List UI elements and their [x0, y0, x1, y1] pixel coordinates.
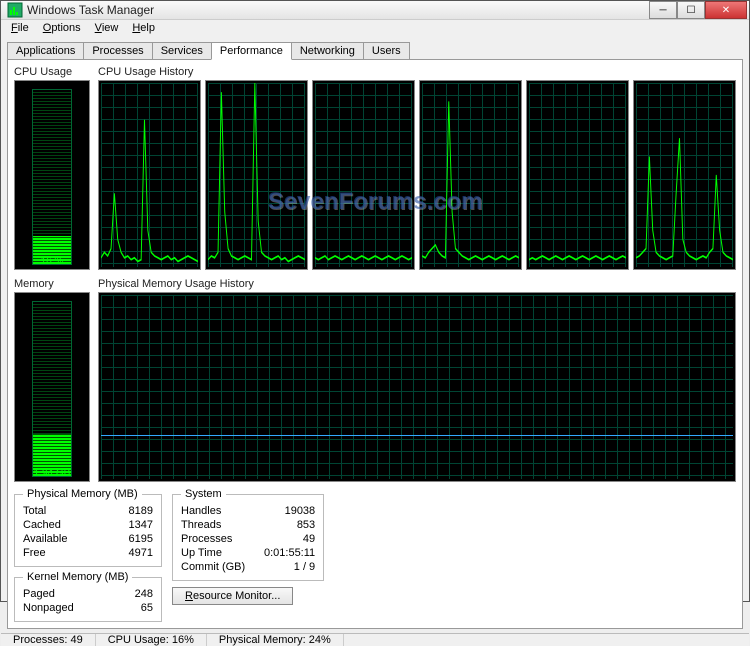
task-manager-window: Windows Task Manager ─ ☐ ✕ File Options …	[0, 0, 750, 602]
cpu-core-chart-5	[633, 80, 736, 270]
titlebar[interactable]: Windows Task Manager ─ ☐ ✕	[1, 1, 749, 20]
cpu-row: CPU Usage 16 % CPU Usage History	[14, 66, 736, 270]
cpu-core-chart-1	[205, 80, 308, 270]
memory-label: Memory	[14, 278, 90, 290]
cpu-core-chart-0	[98, 80, 201, 270]
app-icon	[7, 2, 23, 18]
mem-history-label: Physical Memory Usage History	[98, 278, 736, 290]
memory-gauge: 1.94 GB	[14, 292, 90, 482]
cpu-core-chart-3	[419, 80, 522, 270]
tab-performance[interactable]: Performance	[211, 42, 292, 60]
physical-memory-group: Physical Memory (MB) Total8189 Cached134…	[14, 488, 162, 567]
cpu-core-chart-2	[312, 80, 415, 270]
tab-processes[interactable]: Processes	[83, 42, 152, 59]
cpu-history-charts	[98, 80, 736, 270]
menu-help[interactable]: Help	[126, 20, 161, 36]
window-buttons: ─ ☐ ✕	[649, 1, 747, 19]
performance-panel: SevenForums.com CPU Usage 16 % CPU Usage…	[7, 59, 743, 629]
resource-monitor-button[interactable]: Resource Monitor...	[172, 587, 293, 605]
tab-users[interactable]: Users	[363, 42, 410, 59]
memory-row: Memory 1.94 GB Physical Memory Usage His…	[14, 278, 736, 482]
window-title: Windows Task Manager	[27, 3, 649, 17]
menu-view[interactable]: View	[89, 20, 125, 36]
tab-networking[interactable]: Networking	[291, 42, 364, 59]
close-button[interactable]: ✕	[705, 1, 747, 19]
status-cpu: CPU Usage: 16%	[96, 634, 207, 646]
cpu-gauge-text: 16 %	[15, 256, 89, 267]
statusbar: Processes: 49 CPU Usage: 16% Physical Me…	[1, 633, 749, 646]
kernel-memory-group: Kernel Memory (MB) Paged248 Nonpaged65	[14, 571, 162, 622]
tab-services[interactable]: Services	[152, 42, 212, 59]
memory-history-chart	[98, 292, 736, 482]
cpu-core-chart-4	[526, 80, 629, 270]
cpu-usage-label: CPU Usage	[14, 66, 90, 78]
memory-gauge-text: 1.94 GB	[15, 468, 89, 479]
cpu-gauge: 16 %	[14, 80, 90, 270]
maximize-button[interactable]: ☐	[677, 1, 705, 19]
cpu-history-label: CPU Usage History	[98, 66, 736, 78]
status-memory: Physical Memory: 24%	[207, 634, 344, 646]
status-processes: Processes: 49	[1, 634, 96, 646]
tab-applications[interactable]: Applications	[7, 42, 84, 59]
menubar: File Options View Help	[1, 20, 749, 36]
menu-options[interactable]: Options	[37, 20, 87, 36]
menu-file[interactable]: File	[5, 20, 35, 36]
system-group: System Handles19038 Threads853 Processes…	[172, 488, 324, 581]
tab-strip: Applications Processes Services Performa…	[7, 42, 743, 59]
minimize-button[interactable]: ─	[649, 1, 677, 19]
